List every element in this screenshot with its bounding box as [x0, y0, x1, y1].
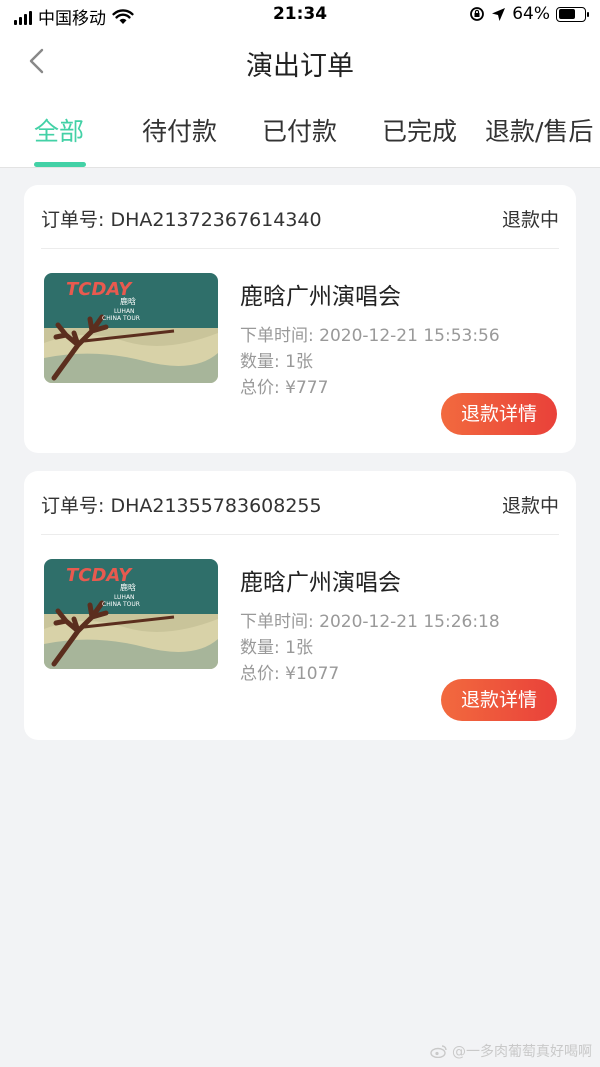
tab-all[interactable]: 全部: [34, 112, 84, 148]
refund-details-button[interactable]: 退款详情: [441, 679, 557, 721]
event-name: 鹿晗广州演唱会: [240, 570, 401, 596]
watermark: @一多肉葡萄真好喝啊: [430, 1041, 592, 1061]
location-icon: [492, 7, 506, 21]
ticket-quantity: 数量: 1张: [240, 352, 313, 372]
event-poster-image[interactable]: TCDAY 鹿晗 LUHAN CHINA TOUR: [44, 559, 218, 669]
order-number: 订单号: DHA21372367614340: [41, 209, 322, 231]
event-poster-image[interactable]: TCDAY 鹿晗 LUHAN CHINA TOUR: [44, 273, 218, 383]
nav-bar: 演出订单: [0, 32, 600, 94]
total-price: 总价: ¥1077: [240, 664, 340, 684]
watermark-text: @一多肉葡萄真好喝啊: [452, 1044, 592, 1060]
poster-artist-cn: 鹿晗: [120, 296, 136, 306]
order-card-header: 订单号: DHA21355783608255 退款中: [41, 471, 559, 535]
poster-tour-name: CHINA TOUR: [102, 601, 140, 608]
order-status: 退款中: [501, 495, 559, 517]
order-time: 下单时间: 2020-12-21 15:26:18: [240, 612, 500, 632]
tab-bar: 全部 待付款 已付款 已完成 退款/售后: [0, 94, 600, 168]
tab-completed[interactable]: 已完成: [382, 112, 457, 148]
page-title: 演出订单: [246, 51, 354, 82]
refund-details-button[interactable]: 退款详情: [441, 393, 557, 435]
poster-artist-en: LUHAN: [114, 308, 135, 315]
poster-tour-name: CHINA TOUR: [102, 315, 140, 322]
active-tab-indicator: [34, 162, 86, 167]
tab-paid[interactable]: 已付款: [262, 112, 337, 148]
order-number: 订单号: DHA21355783608255: [41, 495, 322, 517]
status-bar: 中国移动 21:34 64%: [0, 0, 600, 32]
order-status: 退款中: [501, 209, 559, 231]
order-time: 下单时间: 2020-12-21 15:53:56: [240, 326, 500, 346]
ticket-quantity: 数量: 1张: [240, 638, 313, 658]
poster-artist-en: LUHAN: [114, 594, 135, 601]
battery-percent: 64%: [512, 4, 550, 24]
order-card: 订单号: DHA21372367614340 退款中 TCDAY 鹿晗 LUHA…: [24, 185, 576, 453]
order-card: 订单号: DHA21355783608255 退款中 TCDAY 鹿晗 LUHA…: [24, 471, 576, 740]
weibo-logo-icon: [430, 1045, 447, 1058]
battery-icon: [556, 6, 589, 22]
poster-artist-cn: 鹿晗: [120, 582, 136, 592]
tab-pending-payment[interactable]: 待付款: [142, 112, 217, 148]
order-card-header: 订单号: DHA21372367614340 退款中: [41, 185, 559, 249]
event-name: 鹿晗广州演唱会: [240, 284, 401, 310]
total-price: 总价: ¥777: [240, 378, 329, 398]
rotation-lock-icon: [470, 7, 485, 21]
status-right: 64%: [469, 4, 589, 24]
tab-refund-aftersale[interactable]: 退款/售后: [485, 112, 593, 148]
